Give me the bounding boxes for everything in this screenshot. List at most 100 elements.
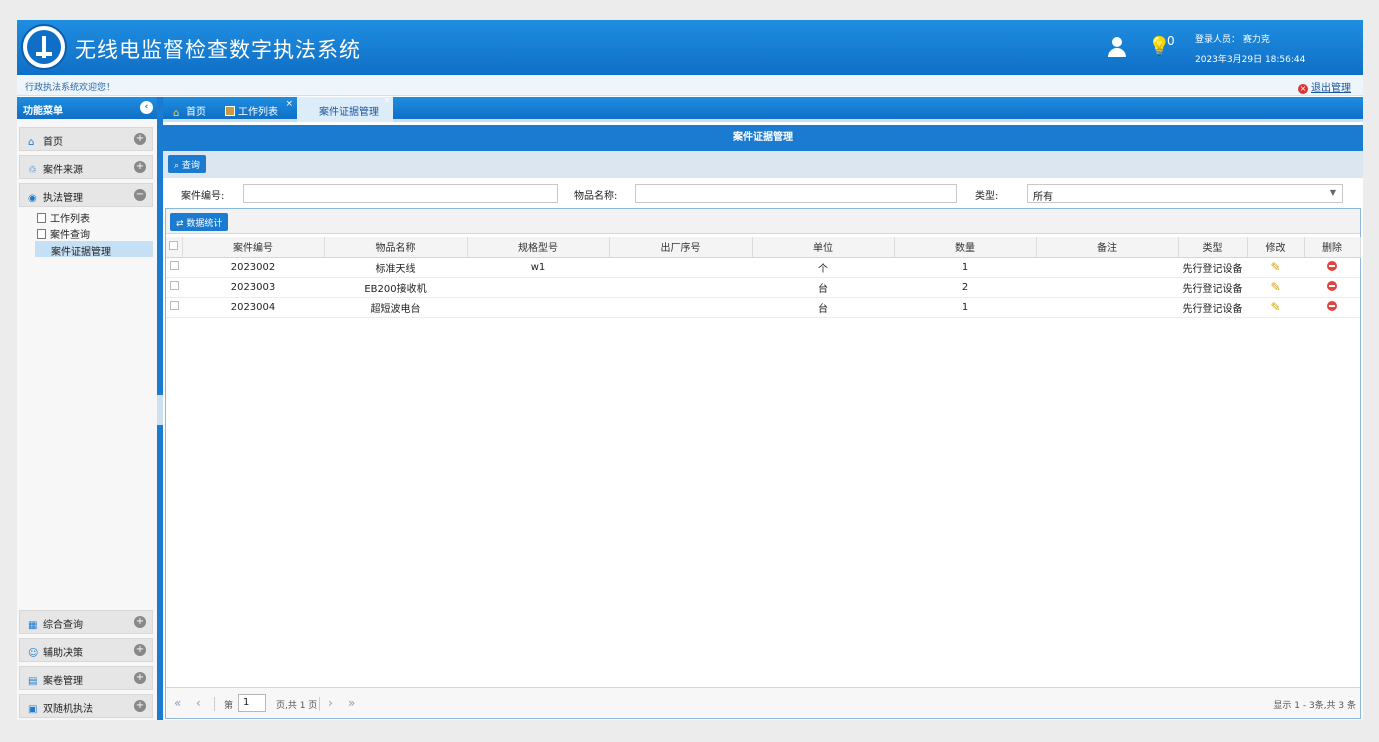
column-header[interactable]: 案件编号 [182, 237, 325, 258]
next-page-icon[interactable]: › [328, 696, 333, 710]
page-number-input[interactable]: 1 [238, 694, 266, 712]
cell-type: 先行登记设备 [1178, 277, 1247, 298]
cell-unit: 个 [752, 257, 894, 278]
sidebar-item-label: 辅助决策 [43, 648, 83, 659]
case-source-icon: ♲ [28, 165, 37, 176]
welcome-bar: 行政执法系统欢迎您！ × 退出管理 [17, 75, 1363, 96]
cell-note [1036, 277, 1178, 298]
delete-icon[interactable] [1304, 277, 1360, 298]
pager-info: 显示 1 - 3条,共 3 条 [1273, 701, 1356, 711]
expand-icon[interactable]: + [134, 161, 146, 173]
logout-link[interactable]: × 退出管理 [1298, 79, 1351, 94]
close-icon[interactable]: × [285, 99, 293, 109]
edit-pencil-icon[interactable]: ✎ [1247, 257, 1304, 278]
row-checkbox[interactable] [166, 257, 182, 278]
stats-button[interactable]: ⇄ 数据统计 [170, 213, 229, 231]
app-window: 无线电监督检查数字执法系统 💡 0 登录人员： 赛力克 2023年3月29日 1… [17, 20, 1363, 720]
shield-icon: ◉ [28, 193, 37, 204]
collapse-sidebar-icon[interactable]: ‹ [140, 101, 153, 114]
collapse-icon[interactable]: − [134, 189, 146, 201]
table-row[interactable]: 2023004 超短波电台 台 1 先行登记设备 ✎ [166, 297, 1360, 318]
user-icon[interactable] [1107, 37, 1127, 59]
evidence-grid: ⇄ 数据统计 案件编号 物品名称 规格型号 出厂序号 单位 数量 备注 类型 修… [165, 208, 1361, 719]
sidebar-item-label: 双随机执法 [43, 704, 93, 715]
column-header[interactable]: 修改 [1247, 237, 1305, 258]
sidebar-item-enforcement[interactable]: ◉ 执法管理 − [19, 183, 153, 207]
expand-icon[interactable]: + [134, 672, 146, 684]
column-header[interactable]: 物品名称 [324, 237, 468, 258]
sidebar-item-label: 综合查询 [43, 620, 83, 631]
sidebar-item-label: 首页 [43, 137, 63, 148]
sidebar-item-decision[interactable]: ☺ 辅助决策 + [19, 638, 153, 662]
header: 无线电监督检查数字执法系统 💡 0 登录人员： 赛力克 2023年3月29日 1… [17, 20, 1363, 75]
prev-page-icon[interactable]: ‹ [196, 696, 201, 710]
column-header[interactable]: 类型 [1178, 237, 1248, 258]
sidebar-subitem-label: 案件查询 [50, 230, 90, 241]
pager-divider [319, 697, 320, 711]
edit-pencil-icon[interactable]: ✎ [1247, 277, 1304, 298]
filter-form: 案件编号: 物品名称: 类型: 所有 ▼ [163, 178, 1363, 208]
cell-type: 先行登记设备 [1178, 257, 1247, 278]
sidebar-item-random[interactable]: ▣ 双随机执法 + [19, 694, 153, 718]
edit-pencil-icon[interactable]: ✎ [1247, 297, 1304, 318]
tab-bar: ⌂ 首页 工作列表 × 案件证据管理 × [163, 96, 1363, 122]
delete-icon[interactable] [1304, 257, 1360, 278]
tab-label: 案件证据管理 [319, 107, 379, 118]
evidence-table: 案件编号 物品名称 规格型号 出厂序号 单位 数量 备注 类型 修改 删除 20… [166, 237, 1361, 318]
sidebar-subitem-evidence[interactable]: 案件证据管理 [35, 241, 153, 258]
delete-icon[interactable] [1304, 297, 1360, 318]
cell-model [467, 297, 609, 318]
tab-work-list[interactable]: 工作列表 × [219, 99, 295, 119]
close-icon[interactable]: × [383, 96, 391, 106]
pager-divider [214, 697, 215, 711]
column-header[interactable]: 规格型号 [467, 237, 610, 258]
row-checkbox[interactable] [166, 297, 182, 318]
table-row[interactable]: 2023003 EB200接收机 台 2 先行登记设备 ✎ [166, 277, 1360, 298]
cell-model: w1 [467, 257, 609, 278]
cell-model [467, 277, 609, 298]
sidebar-item-case-source[interactable]: ♲ 案件来源 + [19, 155, 153, 179]
logout-icon: × [1298, 84, 1308, 94]
sidebar-item-label: 执法管理 [43, 193, 83, 204]
expand-icon[interactable]: + [134, 616, 146, 628]
expand-icon[interactable]: + [134, 700, 146, 712]
cell-note [1036, 297, 1178, 318]
sidebar-subitem-work-list[interactable]: 工作列表 [37, 210, 90, 225]
home-icon: ⌂ [173, 108, 180, 119]
cell-note [1036, 257, 1178, 278]
sidebar-subitem-case-query[interactable]: 案件查询 [37, 226, 90, 241]
select-all-checkbox[interactable] [166, 237, 183, 258]
row-checkbox[interactable] [166, 277, 182, 298]
column-header[interactable]: 数量 [894, 237, 1037, 258]
query-button[interactable]: ⌕ 查询 [168, 155, 206, 173]
page-suffix: 页,共 1 页 [276, 701, 318, 711]
table-row[interactable]: 2023002 标准天线 w1 个 1 先行登记设备 ✎ [166, 257, 1360, 278]
case-no-input[interactable] [243, 184, 558, 203]
type-label: 类型: [975, 191, 999, 202]
sidebar-item-archive[interactable]: ▤ 案卷管理 + [19, 666, 153, 690]
cell-item-name: EB200接收机 [324, 277, 467, 298]
tab-evidence-management[interactable]: 案件证据管理 × [297, 96, 393, 122]
document-icon [37, 229, 46, 239]
first-page-icon[interactable]: « [174, 696, 181, 710]
column-header[interactable]: 删除 [1304, 237, 1361, 258]
expand-icon[interactable]: + [134, 133, 146, 145]
sidebar-item-label: 案卷管理 [43, 676, 83, 687]
column-header[interactable]: 单位 [752, 237, 895, 258]
sidebar-header: 功能菜单 ‹ [17, 97, 157, 119]
sidebar-item-query[interactable]: ▦ 综合查询 + [19, 610, 153, 634]
last-page-icon[interactable]: » [348, 696, 355, 710]
sidebar-item-home[interactable]: ⌂ 首页 + [19, 127, 153, 151]
page-prefix: 第 [224, 701, 234, 711]
person-icon: ☺ [28, 648, 39, 659]
tab-home[interactable]: ⌂ 首页 [167, 100, 212, 119]
chart-icon: ⇄ [176, 219, 184, 229]
type-select[interactable]: 所有 ▼ [1027, 184, 1343, 203]
search-icon: ⌕ [174, 161, 180, 171]
query-button-label: 查询 [181, 161, 200, 171]
expand-icon[interactable]: + [134, 644, 146, 656]
item-name-input[interactable] [635, 184, 957, 203]
home-icon: ⌂ [28, 137, 35, 148]
column-header[interactable]: 备注 [1036, 237, 1179, 258]
column-header[interactable]: 出厂序号 [609, 237, 753, 258]
